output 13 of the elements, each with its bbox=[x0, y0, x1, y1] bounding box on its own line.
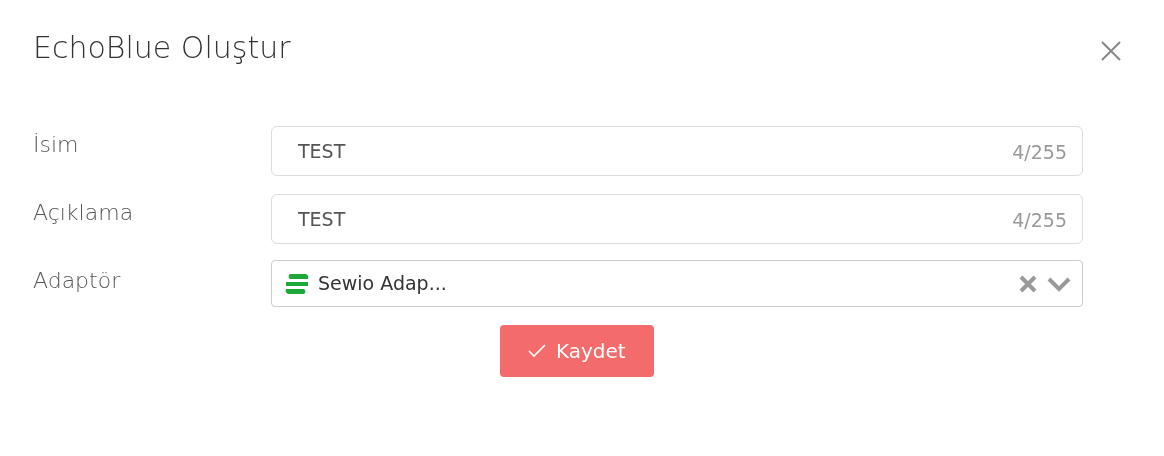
character-counter: 4/255 bbox=[1012, 208, 1067, 233]
logo-icon bbox=[284, 271, 310, 296]
close-icon bbox=[1099, 38, 1123, 63]
clear-icon[interactable] bbox=[1018, 273, 1038, 294]
close-button[interactable] bbox=[1099, 38, 1123, 62]
check-icon bbox=[528, 344, 546, 358]
field-label: Açıklama bbox=[33, 199, 135, 227]
selected-value: Sewio Adap... bbox=[318, 271, 448, 297]
field-label: İsim bbox=[33, 131, 80, 159]
field-label: Adaptör bbox=[33, 267, 122, 295]
modal-title: EchoBlue Oluştur bbox=[33, 30, 291, 66]
character-counter: 4/255 bbox=[1012, 140, 1067, 165]
adapter-select[interactable]: Sewio Adap... bbox=[271, 260, 1083, 307]
